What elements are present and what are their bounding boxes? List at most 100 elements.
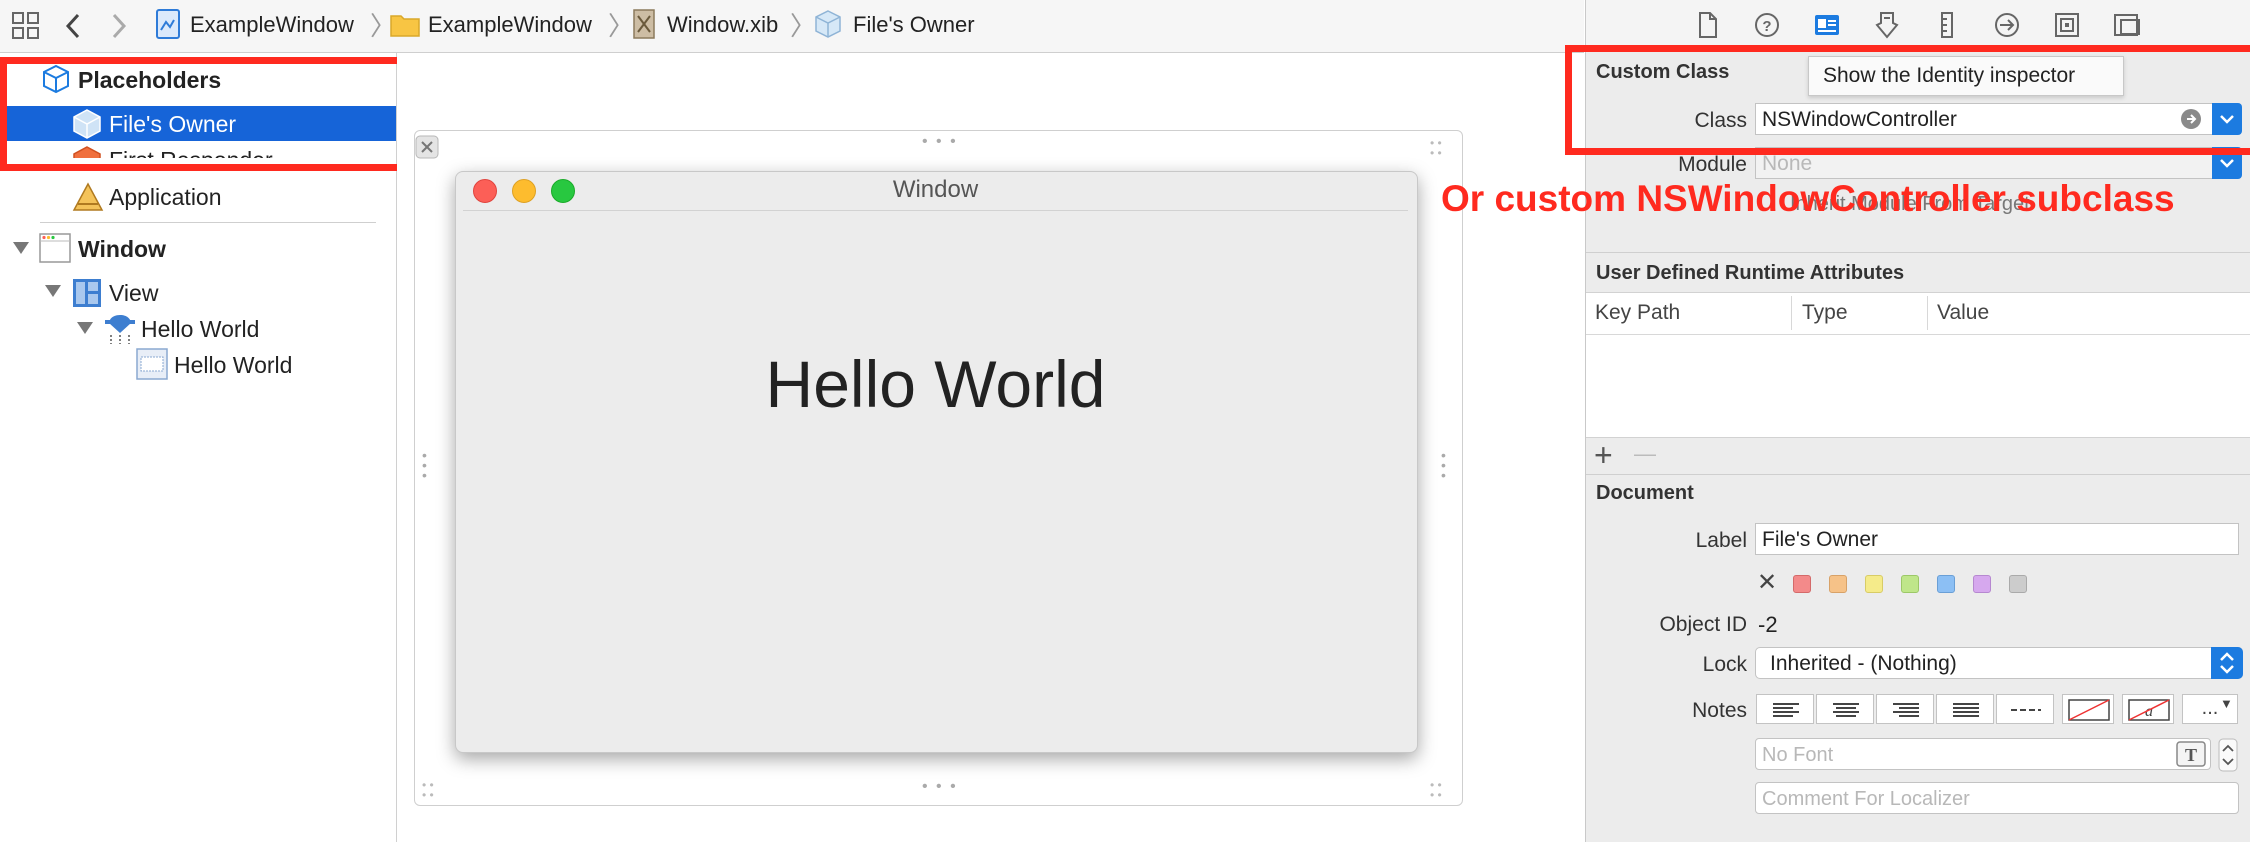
- back-arrow-icon[interactable]: [64, 12, 82, 40]
- disclosure-triangle-icon[interactable]: [12, 240, 30, 256]
- color-label-blue[interactable]: [1937, 575, 1955, 593]
- up-down-chevron-icon: [2220, 652, 2234, 674]
- resize-handle-top[interactable]: • • •: [922, 133, 958, 151]
- resize-handle-corner[interactable]: • • • •: [1430, 137, 1442, 159]
- outline-item-view[interactable]: View: [109, 280, 158, 307]
- lock-label: Lock: [1702, 653, 1747, 676]
- remove-attribute-button[interactable]: —: [1634, 441, 1656, 467]
- size-inspector-icon[interactable]: [1932, 10, 1962, 40]
- column-divider: [1791, 296, 1792, 330]
- no-border-icon: [2068, 699, 2110, 721]
- identity-inspector-icon[interactable]: [1812, 10, 1842, 40]
- document-outline: [0, 53, 397, 842]
- font-stepper-icon[interactable]: [2218, 738, 2238, 772]
- svg-text:?: ?: [1762, 18, 1771, 35]
- align-right-button[interactable]: [1876, 694, 1934, 724]
- color-label-yellow[interactable]: [1865, 575, 1883, 593]
- resize-handle-bottom[interactable]: • • •: [922, 778, 958, 796]
- align-right-icon: [1893, 703, 1919, 717]
- view-effects-inspector-icon[interactable]: [2112, 10, 2142, 40]
- connections-inspector-icon[interactable]: [1992, 10, 2022, 40]
- outline-item-hello-world-field[interactable]: Hello World: [141, 316, 259, 343]
- justify-icon: [1953, 703, 1979, 717]
- align-center-button[interactable]: [1816, 694, 1874, 724]
- font-style-icon: a: [2128, 699, 2170, 721]
- disclosure-triangle-icon[interactable]: [76, 320, 94, 336]
- inspector-tabs: [1586, 0, 2250, 51]
- module-label: Module: [1678, 153, 1747, 176]
- object-id-value: -2: [1758, 612, 1778, 637]
- add-attribute-button[interactable]: +: [1594, 437, 1613, 473]
- project-file-icon: [156, 9, 180, 39]
- breadcrumb-folder[interactable]: ExampleWindow: [428, 12, 592, 38]
- localizer-comment-field[interactable]: Comment For Localizer: [1755, 782, 2239, 814]
- bindings-inspector-icon[interactable]: [2052, 10, 2082, 40]
- annotation-highlight-box-class: [1565, 45, 2250, 155]
- attributes-inspector-icon[interactable]: [1872, 10, 1902, 40]
- breadcrumb-separator: 〉: [608, 11, 635, 41]
- resize-handle-corner[interactable]: • • • •: [422, 779, 434, 801]
- section-divider: [1586, 252, 2250, 253]
- forward-arrow-icon[interactable]: [110, 12, 128, 40]
- runtime-attributes-section-title: User Defined Runtime Attributes: [1596, 262, 1905, 284]
- resize-handle-left[interactable]: • • •: [422, 448, 432, 482]
- cube-icon: [815, 10, 841, 38]
- close-scene-icon[interactable]: [415, 135, 439, 159]
- font-picker-icon[interactable]: T: [2176, 741, 2206, 767]
- color-label-purple[interactable]: [1973, 575, 1991, 593]
- notes-label: Notes: [1692, 699, 1747, 722]
- text-field-constraints-icon: [105, 315, 135, 344]
- jump-bar: ExampleWindow 〉 ExampleWindow 〉 Window.x…: [0, 0, 1584, 53]
- resize-handle-right[interactable]: • • •: [1441, 448, 1451, 482]
- outline-item-application[interactable]: Application: [109, 184, 222, 211]
- quick-help-icon[interactable]: ?: [1752, 10, 1782, 40]
- breadcrumb-project[interactable]: ExampleWindow: [190, 12, 354, 38]
- folder-icon: [390, 15, 420, 37]
- table-header: [1586, 292, 2250, 335]
- text-cell-icon: [136, 348, 168, 380]
- xib-file-icon: [633, 9, 655, 39]
- color-label-orange[interactable]: [1829, 575, 1847, 593]
- disclosure-triangle-icon[interactable]: [44, 283, 62, 299]
- section-divider: [1586, 474, 2250, 475]
- label-field-label: Label: [1695, 529, 1747, 552]
- document-section-title: Document: [1596, 482, 1694, 504]
- breadcrumb-files-owner[interactable]: File's Owner: [853, 12, 975, 38]
- align-left-button[interactable]: [1756, 694, 1814, 724]
- file-inspector-icon[interactable]: [1692, 10, 1722, 40]
- color-label-red[interactable]: [1793, 575, 1811, 593]
- strikethrough-font-button[interactable]: a: [2122, 694, 2174, 724]
- align-left-icon: [1773, 703, 1799, 717]
- document-label-field[interactable]: File's Owner: [1755, 523, 2239, 555]
- chevron-down-icon: ▼: [2220, 696, 2233, 711]
- dash-icon: [2011, 709, 2041, 711]
- related-items-icon[interactable]: [12, 12, 40, 40]
- column-header-value[interactable]: Value: [1937, 301, 1989, 325]
- lock-popup-arrows[interactable]: [2211, 647, 2243, 679]
- annotation-highlight-box: [0, 57, 414, 171]
- window-title: Window: [892, 176, 979, 203]
- application-icon: [72, 182, 104, 211]
- breadcrumb-separator: 〉: [790, 11, 817, 41]
- annotation-text: Or custom NSWindowController subclass: [1441, 178, 2175, 219]
- hello-world-label[interactable]: Hello World: [455, 346, 1416, 422]
- outline-item-window[interactable]: Window: [78, 236, 166, 263]
- column-header-key-path[interactable]: Key Path: [1595, 301, 1680, 325]
- color-label-green[interactable]: [1901, 575, 1919, 593]
- column-divider: [1927, 296, 1928, 330]
- resize-handle-corner[interactable]: • • • •: [1430, 779, 1442, 801]
- no-border-button[interactable]: [2062, 694, 2114, 724]
- designed-window[interactable]: [455, 171, 1418, 753]
- window-icon: [39, 233, 71, 263]
- clear-color-label-icon[interactable]: ✕: [1757, 568, 1777, 597]
- align-center-icon: [1833, 703, 1859, 717]
- lock-popup-button[interactable]: Inherited - (Nothing): [1755, 647, 2243, 679]
- font-field[interactable]: No Font: [1755, 738, 2211, 770]
- natural-alignment-button[interactable]: [1996, 694, 2054, 724]
- column-header-type[interactable]: Type: [1802, 301, 1848, 325]
- outline-item-hello-world-cell[interactable]: Hello World: [174, 352, 292, 379]
- outline-divider: [40, 222, 376, 223]
- justify-button[interactable]: [1936, 694, 1994, 724]
- color-label-gray[interactable]: [2009, 575, 2027, 593]
- breadcrumb-xib[interactable]: Window.xib: [667, 12, 778, 38]
